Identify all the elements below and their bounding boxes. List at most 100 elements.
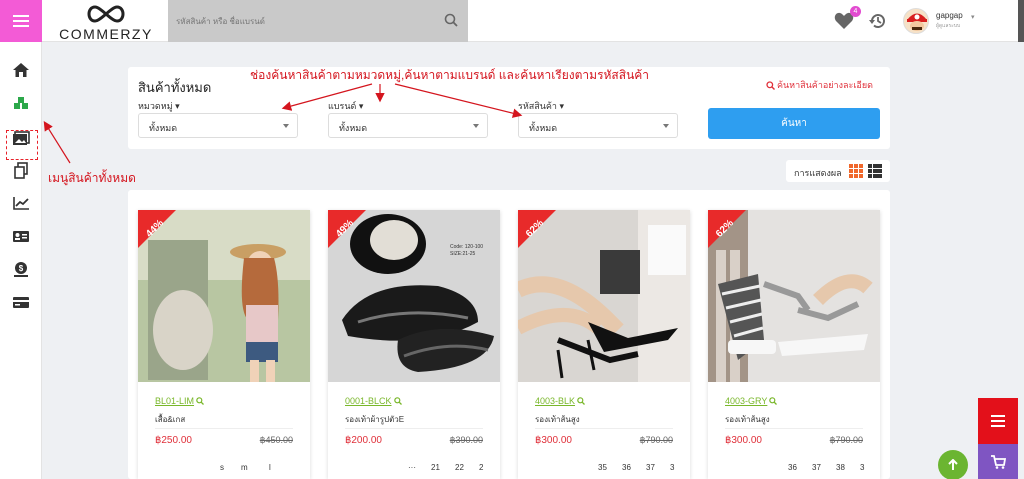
size-option[interactable]: 22 xyxy=(455,463,464,472)
product-price: ฿300.00 xyxy=(725,435,762,446)
product-price: ฿300.00 xyxy=(535,435,572,446)
product-old-price: ฿790.00 xyxy=(639,435,673,445)
search-button[interactable]: ค้นหา xyxy=(708,108,880,139)
product-code-link[interactable]: 4003-GRY xyxy=(725,396,778,406)
product-name: รองเท้าผ้ารูปตัวE xyxy=(345,415,405,424)
size-option[interactable]: 3 xyxy=(860,463,864,472)
page-title: สินค้าทั้งหมด xyxy=(138,80,212,95)
size-option[interactable]: s xyxy=(220,463,224,472)
product-code-link[interactable]: BL01-LIM xyxy=(155,396,204,406)
size-option[interactable]: 36 xyxy=(788,463,797,472)
search-bar xyxy=(168,0,468,42)
product-image[interactable]: 62% xyxy=(708,210,880,382)
user-name[interactable]: gapgap xyxy=(936,11,963,20)
history-icon[interactable] xyxy=(868,11,888,31)
search-input[interactable] xyxy=(168,0,468,42)
id-card-icon xyxy=(13,230,29,242)
product-grid: 44% BL01-LIM เสื้อ&เกส ฿250.00 ฿450.00 s… xyxy=(128,190,890,479)
sidebar: $ xyxy=(0,42,42,479)
category-select[interactable]: ทั้งหมด xyxy=(138,113,298,138)
arrow-up-icon xyxy=(948,459,958,470)
size-option[interactable]: 38 xyxy=(836,463,845,472)
advanced-search-label: ค้นหาสินค้าอย่างละเอียด xyxy=(777,80,873,90)
size-option[interactable]: 37 xyxy=(812,463,821,472)
grid-view-icon[interactable] xyxy=(849,164,863,178)
size-option[interactable]: 3 xyxy=(670,463,674,472)
infinity-logo-icon xyxy=(56,3,156,27)
product-old-price: ฿390.00 xyxy=(449,435,483,445)
product-card[interactable]: 62% 4003-BLK รองเท้าส้นสูง ฿300.00 ฿790.… xyxy=(518,210,690,479)
sidebar-item-contacts[interactable] xyxy=(11,226,31,246)
product-card[interactable]: 44% BL01-LIM เสื้อ&เกส ฿250.00 ฿450.00 s… xyxy=(138,210,310,479)
sidebar-item-documents[interactable] xyxy=(11,160,31,180)
line-chart-icon xyxy=(12,197,29,210)
advanced-search-link[interactable]: ค้นหาสินค้าอย่างละเอียด xyxy=(766,78,873,92)
product-image[interactable]: 44% xyxy=(138,210,310,382)
search-icon[interactable] xyxy=(444,13,458,27)
category-label[interactable]: หมวดหมู่ ▾ xyxy=(138,99,180,113)
category-select-value: ทั้งหมด xyxy=(149,123,178,133)
product-card[interactable]: 62% 4003-GRY รองเท้าส้นสูง ฿300.00 ฿790.… xyxy=(708,210,880,479)
product-old-price: ฿450.00 xyxy=(259,435,293,445)
divider xyxy=(725,428,863,429)
size-option[interactable]: m xyxy=(241,463,248,472)
divider xyxy=(535,428,673,429)
wishlist-count-badge: 4 xyxy=(850,6,861,17)
size-option[interactable]: 21 xyxy=(431,463,440,472)
floating-menu-button[interactable] xyxy=(978,398,1018,444)
copy-icon xyxy=(14,161,28,179)
brand-select[interactable]: ทั้งหมด xyxy=(328,113,488,138)
search-icon xyxy=(196,397,204,405)
size-option[interactable]: l xyxy=(269,463,271,472)
divider xyxy=(345,428,483,429)
logo-text: COMMERZY xyxy=(59,26,153,42)
product-image[interactable]: Code: 120-100 SIZE:21-25 49% xyxy=(328,210,500,382)
product-code-select-value: ทั้งหมด xyxy=(529,123,558,133)
brand-label[interactable]: แบรนด์ ▾ xyxy=(328,99,363,113)
brand-select-value: ทั้งหมด xyxy=(339,123,368,133)
view-label: การแสดงผล xyxy=(794,168,842,178)
svg-text:Code: 120-100: Code: 120-100 xyxy=(450,244,483,250)
list-icon xyxy=(991,415,1005,427)
sidebar-item-payments[interactable] xyxy=(11,292,31,312)
cart-icon xyxy=(991,454,1006,469)
chevron-down-icon xyxy=(283,124,289,128)
sidebar-item-all-products[interactable] xyxy=(11,93,31,113)
sidebar-item-gallery[interactable] xyxy=(11,128,31,148)
product-old-price: ฿790.00 xyxy=(829,435,863,445)
annotation-menu-note: เมนูสินค้าทั้งหมด xyxy=(48,171,136,185)
logo[interactable]: COMMERZY xyxy=(56,3,156,41)
avatar[interactable] xyxy=(903,8,929,34)
floating-cart-button[interactable] xyxy=(978,444,1018,479)
sidebar-item-reports[interactable] xyxy=(11,193,31,213)
product-card[interactable]: Code: 120-100 SIZE:21-25 49% 0001-BLCK ร… xyxy=(328,210,500,479)
product-code-label[interactable]: รหัสสินค้า ▾ xyxy=(518,99,564,113)
scroll-to-top-button[interactable] xyxy=(938,450,968,479)
size-option[interactable]: ··· xyxy=(408,463,416,472)
product-code-select[interactable]: ทั้งหมด xyxy=(518,113,678,138)
sidebar-item-finance[interactable]: $ xyxy=(11,259,31,279)
scrollbar[interactable] xyxy=(1018,0,1024,42)
product-image[interactable]: 62% xyxy=(518,210,690,382)
svg-text:SIZE:21-25: SIZE:21-25 xyxy=(450,251,476,257)
size-option[interactable]: 35 xyxy=(598,463,607,472)
menu-toggle-button[interactable] xyxy=(0,0,42,42)
product-code-link[interactable]: 0001-BLCK xyxy=(345,396,402,406)
size-option[interactable]: 37 xyxy=(646,463,655,472)
product-price: ฿200.00 xyxy=(345,435,382,446)
chevron-down-icon[interactable]: ▾ xyxy=(971,13,975,21)
top-bar: COMMERZY 4 gapgap ผู้ดูแลระบบ ▾ xyxy=(0,0,1024,42)
product-name: รองเท้าส้นสูง xyxy=(535,415,580,424)
size-option[interactable]: 36 xyxy=(622,463,631,472)
sidebar-item-home[interactable] xyxy=(11,60,31,80)
list-view-icon[interactable] xyxy=(868,164,882,178)
user-role: ผู้ดูแลระบบ xyxy=(936,23,961,29)
product-price: ฿250.00 xyxy=(155,435,192,446)
search-icon xyxy=(393,397,402,405)
product-code-link[interactable]: 4003-BLK xyxy=(535,396,585,406)
money-icon: $ xyxy=(14,261,28,277)
annotation-filter-note: ช่องค้นหาสินค้าตามหมวดหมู่,ค้นหาตามแบรนด… xyxy=(250,68,650,82)
chevron-down-icon xyxy=(473,124,479,128)
size-option[interactable]: 2 xyxy=(479,463,483,472)
credit-card-icon xyxy=(13,296,29,308)
